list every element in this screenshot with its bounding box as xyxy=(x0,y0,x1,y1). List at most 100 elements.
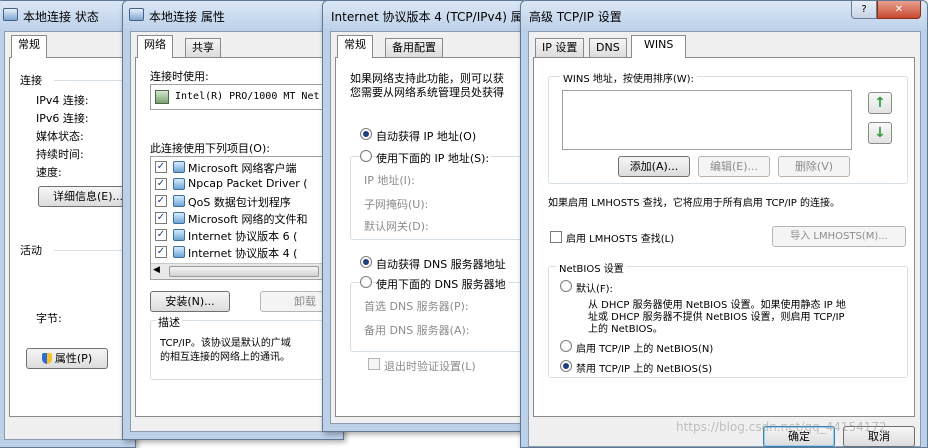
validate-checkbox[interactable] xyxy=(368,358,380,370)
advanced-title: 高级 TCP/IP 设置 xyxy=(529,10,622,24)
wins-panel: WINS 地址，按使用排序(W): ↑ ↓ 添加(A)... 编辑(E)... … xyxy=(533,57,915,417)
gateway-label: 默认网关(D): xyxy=(364,220,429,233)
add-button[interactable]: 添加(A)... xyxy=(618,156,690,177)
ipv4-window: Internet 协议版本 4 (TCP/IPv4) 属 常规 备用配置 如果网… xyxy=(322,0,528,432)
dns-manual-radio[interactable] xyxy=(360,276,372,288)
ip-auto-label: 自动获得 IP 地址(O) xyxy=(376,130,477,143)
ip-address-label: IP 地址(I): xyxy=(364,174,415,187)
client-icon xyxy=(173,161,185,173)
preferred-dns-label: 首选 DNS 服务器(P): xyxy=(364,300,469,313)
netbios-enable-radio[interactable] xyxy=(560,340,572,352)
wins-address-label: WINS 地址，按使用排序(W): xyxy=(560,70,697,85)
status-row-ipv4: IPv4 连接: xyxy=(36,94,89,107)
delete-button[interactable]: 删除(V) xyxy=(778,156,850,177)
tab-general[interactable]: 常规 xyxy=(337,35,373,58)
ipv4-panel: 如果网络支持此功能，则可以获 您需要从网络系统管理员处获得 自动获得 IP 地址… xyxy=(335,57,527,417)
dns-manual-group xyxy=(350,282,527,352)
advanced-window: 高级 TCP/IP 设置 ? ✕ IP 设置 DNS WINS WINS 地址，… xyxy=(520,0,928,448)
ok-button[interactable]: 确定 xyxy=(763,426,835,447)
scroll-thumb[interactable] xyxy=(169,266,319,277)
items-list[interactable]: ✓ Microsoft 网络客户端 ✓ Npcap Packet Driver ( … xyxy=(150,156,343,280)
close-button[interactable]: ✕ xyxy=(877,1,921,19)
status-titlebar[interactable]: 本地连接 状态 xyxy=(0,1,135,29)
dns-auto-radio[interactable] xyxy=(360,256,372,268)
intro-line-2: 您需要从网络系统管理员处获得 xyxy=(350,86,504,99)
ipv4-titlebar[interactable]: Internet 协议版本 4 (TCP/IPv4) 属 xyxy=(323,1,527,29)
properties-window: 本地连接 属性 网络 共享 连接时使用: Intel(R) PRO/1000 M… xyxy=(122,0,344,440)
cancel-button[interactable]: 取消 xyxy=(843,426,915,447)
netbios-disable-label: 禁用 TCP/IP 上的 NetBIOS(S) xyxy=(576,364,713,375)
edit-button[interactable]: 编辑(E)... xyxy=(698,156,770,177)
ip-auto-radio[interactable] xyxy=(360,128,372,140)
validate-label: 退出时验证设置(L) xyxy=(384,360,476,373)
item-checkbox[interactable]: ✓ xyxy=(155,161,167,173)
properties-titlebar[interactable]: 本地连接 属性 xyxy=(123,1,343,29)
connection-label: 连接 xyxy=(20,74,42,87)
status-row-media: 媒体状态: xyxy=(36,130,84,143)
move-up-button[interactable]: ↑ xyxy=(868,92,892,114)
horizontal-scrollbar[interactable]: ◀ xyxy=(151,263,343,279)
help-button[interactable]: ? xyxy=(851,1,877,19)
netbios-default-radio[interactable] xyxy=(560,280,572,292)
description-line-1: TCP/IP。该协议是默认的广域 xyxy=(160,338,291,349)
tab-network[interactable]: 网络 xyxy=(137,35,173,58)
item-checkbox[interactable]: ✓ xyxy=(155,195,167,207)
properties-button[interactable]: 属性(P) xyxy=(26,348,108,369)
dns-manual-label: 使用下面的 DNS 服务器地 xyxy=(376,276,508,292)
tab-dns[interactable]: DNS xyxy=(589,38,627,57)
import-lmhosts-button[interactable]: 导入 LMHOSTS(M)... xyxy=(772,226,906,247)
netbios-group-label: NetBIOS 设置 xyxy=(556,260,627,275)
ip-manual-label: 使用下面的 IP 地址(S): xyxy=(376,150,492,166)
description-line-2: 的相互连接的网络上的通讯。 xyxy=(160,352,290,363)
status-row-speed: 速度: xyxy=(36,166,62,179)
dns-auto-label: 自动获得 DNS 服务器地址 xyxy=(376,258,506,271)
shield-icon xyxy=(41,353,52,364)
item-checkbox[interactable]: ✓ xyxy=(155,212,167,224)
scroll-left-icon[interactable]: ◀ xyxy=(153,265,160,275)
qos-icon xyxy=(173,195,185,207)
item-checkbox[interactable]: ✓ xyxy=(155,229,167,241)
lmhosts-checkbox[interactable] xyxy=(550,231,562,243)
ipv4-client: 常规 备用配置 如果网络支持此功能，则可以获 您需要从网络系统管理员处获得 自动… xyxy=(330,31,527,424)
protocol-icon xyxy=(173,229,185,241)
status-row-duration: 持续时间: xyxy=(36,148,84,161)
adapter-name: Intel(R) PRO/1000 MT Net xyxy=(175,91,320,102)
ipv4-title: Internet 协议版本 4 (TCP/IPv4) 属 xyxy=(331,10,523,24)
status-client: 常规 连接 IPv4 连接: IPv6 连接: 媒体状态: 持续时间: 速度: … xyxy=(4,31,135,440)
subnet-label: 子网掩码(U): xyxy=(364,198,429,211)
lmhosts-check-label: 启用 LMHOSTS 查找(L) xyxy=(566,234,675,245)
status-row-ipv6: IPv6 连接: xyxy=(36,112,89,125)
adapter-box: Intel(R) PRO/1000 MT Net xyxy=(150,84,343,110)
properties-title: 本地连接 属性 xyxy=(149,10,225,24)
protocol-icon xyxy=(173,246,185,258)
network-icon xyxy=(3,8,18,21)
file-sharing-icon xyxy=(173,212,185,224)
tab-alternate-config[interactable]: 备用配置 xyxy=(385,38,443,57)
netbios-desc-line-3: 上的 NetBIOS。 xyxy=(588,324,663,335)
tab-ip-settings[interactable]: IP 设置 xyxy=(535,38,585,57)
status-window: 本地连接 状态 常规 连接 IPv4 连接: IPv6 连接: 媒体状态: 持续… xyxy=(0,0,136,448)
ip-manual-radio[interactable] xyxy=(360,150,372,162)
wins-address-list[interactable] xyxy=(562,90,852,150)
properties-button-label: 属性(P) xyxy=(54,352,93,365)
netbios-disable-radio[interactable] xyxy=(560,360,572,372)
alternate-dns-label: 备用 DNS 服务器(A): xyxy=(364,324,470,337)
description-label: 描述 xyxy=(156,314,182,330)
lmhosts-info-text: 如果启用 LMHOSTS 查找，它将应用于所有启用 TCP/IP 的连接。 xyxy=(548,198,840,209)
tab-general[interactable]: 常规 xyxy=(11,35,47,58)
items-label: 此连接使用下列项目(O): xyxy=(150,142,270,155)
install-button[interactable]: 安装(N)... xyxy=(150,291,230,312)
network-panel: 连接时使用: Intel(R) PRO/1000 MT Net 此连接使用下列项… xyxy=(135,57,343,417)
properties-client: 网络 共享 连接时使用: Intel(R) PRO/1000 MT Net 此连… xyxy=(130,31,343,432)
activity-label: 活动 xyxy=(20,244,42,257)
adapter-icon xyxy=(155,90,169,104)
netbios-enable-label: 启用 TCP/IP 上的 NetBIOS(N) xyxy=(576,344,714,355)
tab-sharing[interactable]: 共享 xyxy=(185,38,221,57)
advanced-client: IP 设置 DNS WINS WINS 地址，按使用排序(W): ↑ ↓ 添加(… xyxy=(528,31,921,447)
item-checkbox[interactable]: ✓ xyxy=(155,246,167,258)
connect-using-label: 连接时使用: xyxy=(150,70,209,83)
netbios-default-label: 默认(F): xyxy=(576,284,613,295)
tab-wins[interactable]: WINS xyxy=(631,35,687,58)
item-checkbox[interactable]: ✓ xyxy=(155,178,167,190)
move-down-button[interactable]: ↓ xyxy=(868,122,892,144)
